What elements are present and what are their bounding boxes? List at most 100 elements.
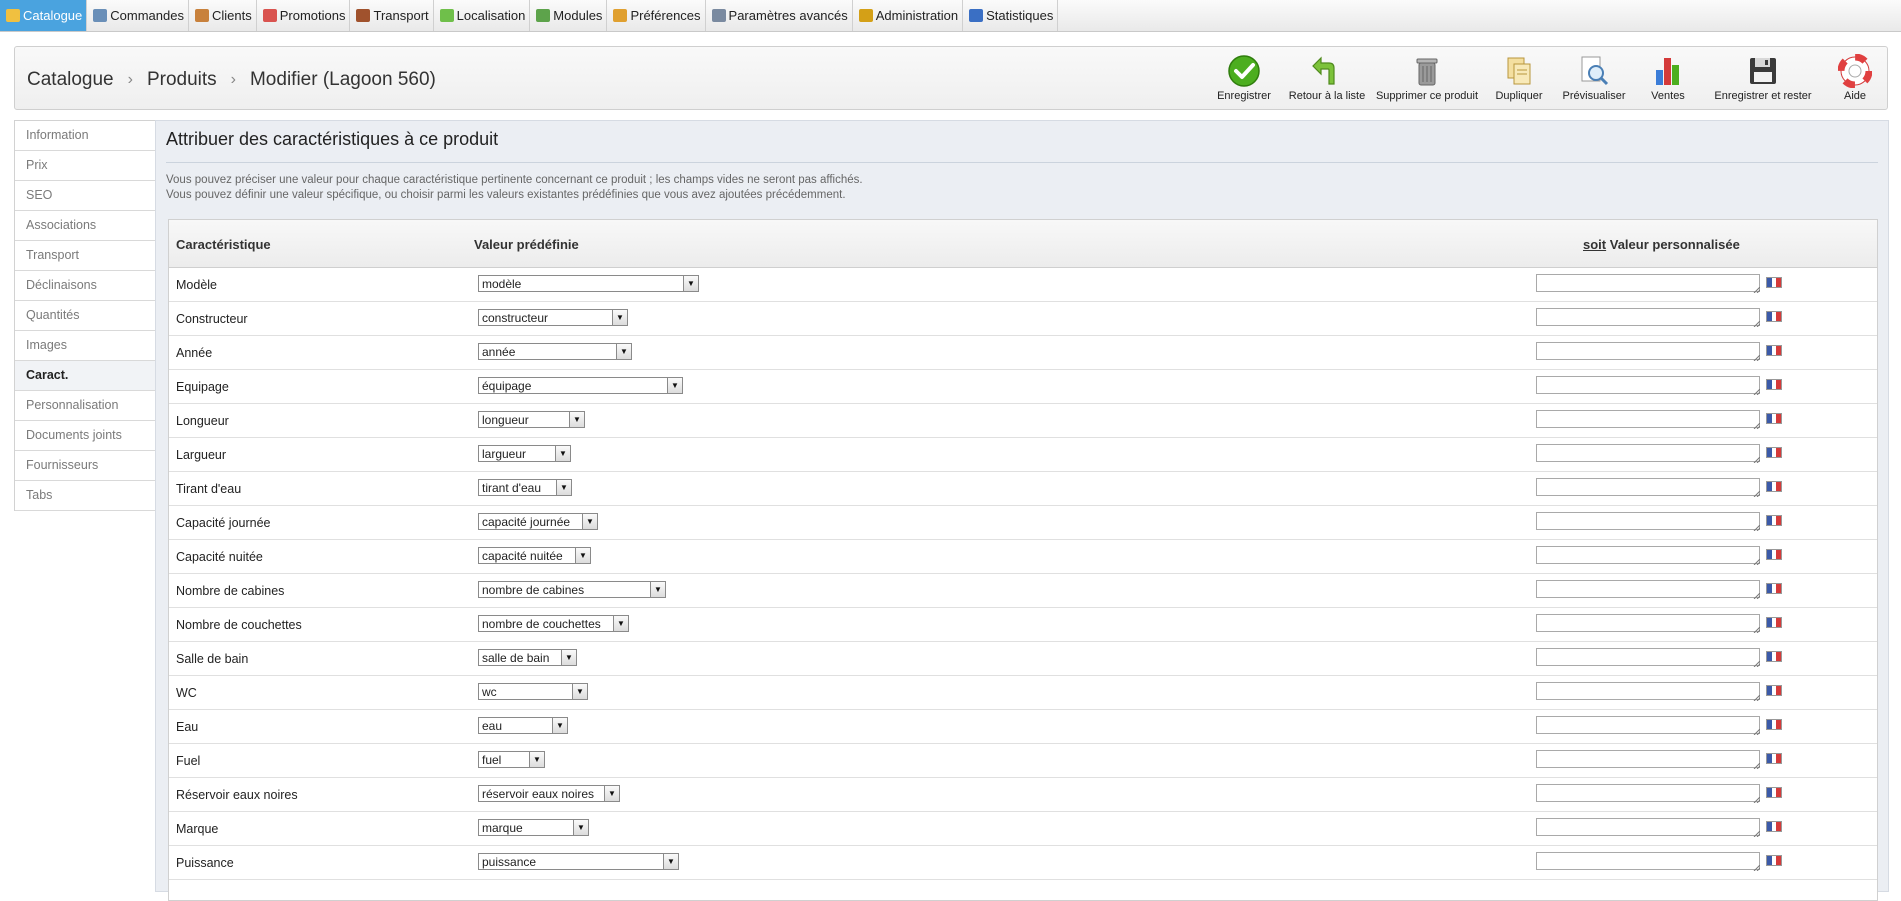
menu-item-9[interactable]: Administration — [853, 0, 964, 31]
custom-value-field[interactable] — [1536, 614, 1760, 632]
dropdown-arrow-icon[interactable]: ▼ — [529, 752, 544, 767]
delete-product-button[interactable]: Supprimer ce produit — [1371, 47, 1483, 109]
tab-4[interactable]: Transport — [15, 241, 156, 271]
language-flag-icon[interactable] — [1766, 651, 1782, 662]
predefined-value-select[interactable]: capacité nuitée ▼ — [478, 547, 591, 564]
save-button[interactable]: Enregistrer — [1205, 47, 1283, 109]
menu-item-0[interactable]: Catalogue — [0, 0, 88, 31]
language-flag-icon[interactable] — [1766, 447, 1782, 458]
predefined-value-select[interactable]: équipage ▼ — [478, 377, 683, 394]
tab-3[interactable]: Associations — [15, 211, 156, 241]
dropdown-arrow-icon[interactable]: ▼ — [582, 514, 597, 529]
predefined-value-select[interactable]: nombre de couchettes ▼ — [478, 615, 629, 632]
help-button[interactable]: Aide — [1823, 47, 1887, 109]
tab-8[interactable]: Caract. — [15, 361, 156, 391]
predefined-value-select[interactable]: salle de bain ▼ — [478, 649, 577, 666]
dropdown-arrow-icon[interactable]: ▼ — [572, 684, 587, 699]
custom-value-field[interactable] — [1536, 512, 1760, 530]
custom-value-field[interactable] — [1536, 818, 1760, 836]
tab-0[interactable]: Information — [15, 121, 156, 151]
custom-value-field[interactable] — [1536, 784, 1760, 802]
dropdown-arrow-icon[interactable]: ▼ — [552, 718, 567, 733]
custom-value-field[interactable] — [1536, 580, 1760, 598]
custom-value-field[interactable] — [1536, 308, 1760, 326]
language-flag-icon[interactable] — [1766, 277, 1782, 288]
predefined-value-select[interactable]: eau ▼ — [478, 717, 568, 734]
tab-10[interactable]: Documents joints — [15, 421, 156, 451]
dropdown-arrow-icon[interactable]: ▼ — [683, 276, 698, 291]
predefined-value-select[interactable]: longueur ▼ — [478, 411, 585, 428]
dropdown-arrow-icon[interactable]: ▼ — [555, 446, 570, 461]
tab-11[interactable]: Fournisseurs — [15, 451, 156, 481]
dropdown-arrow-icon[interactable]: ▼ — [569, 412, 584, 427]
custom-value-field[interactable] — [1536, 852, 1760, 870]
language-flag-icon[interactable] — [1766, 753, 1782, 764]
language-flag-icon[interactable] — [1766, 345, 1782, 356]
menu-item-2[interactable]: Clients — [189, 0, 257, 31]
dropdown-arrow-icon[interactable]: ▼ — [650, 582, 665, 597]
language-flag-icon[interactable] — [1766, 379, 1782, 390]
language-flag-icon[interactable] — [1766, 821, 1782, 832]
language-flag-icon[interactable] — [1766, 413, 1782, 424]
menu-item-5[interactable]: Localisation — [434, 0, 531, 31]
predefined-value-select[interactable]: nombre de cabines ▼ — [478, 581, 666, 598]
predefined-value-select[interactable]: constructeur ▼ — [478, 309, 628, 326]
tab-1[interactable]: Prix — [15, 151, 156, 181]
dropdown-arrow-icon[interactable]: ▼ — [561, 650, 576, 665]
tab-2[interactable]: SEO — [15, 181, 156, 211]
dropdown-arrow-icon[interactable]: ▼ — [556, 480, 571, 495]
language-flag-icon[interactable] — [1766, 719, 1782, 730]
menu-item-3[interactable]: Promotions — [257, 0, 351, 31]
language-flag-icon[interactable] — [1766, 515, 1782, 526]
language-flag-icon[interactable] — [1766, 787, 1782, 798]
language-flag-icon[interactable] — [1766, 617, 1782, 628]
predefined-value-select[interactable]: wc ▼ — [478, 683, 588, 700]
custom-value-field[interactable] — [1536, 274, 1760, 292]
custom-value-field[interactable] — [1536, 410, 1760, 428]
language-flag-icon[interactable] — [1766, 481, 1782, 492]
custom-value-field[interactable] — [1536, 716, 1760, 734]
tab-6[interactable]: Quantités — [15, 301, 156, 331]
language-flag-icon[interactable] — [1766, 583, 1782, 594]
dropdown-arrow-icon[interactable]: ▼ — [573, 820, 588, 835]
language-flag-icon[interactable] — [1766, 311, 1782, 322]
language-flag-icon[interactable] — [1766, 685, 1782, 696]
menu-item-6[interactable]: Modules — [530, 0, 608, 31]
tab-12[interactable]: Tabs — [15, 481, 156, 511]
custom-value-field[interactable] — [1536, 546, 1760, 564]
breadcrumb-produits[interactable]: Produits — [147, 69, 217, 91]
sales-button[interactable]: Ventes — [1633, 47, 1703, 109]
custom-value-field[interactable] — [1536, 342, 1760, 360]
preview-button[interactable]: Prévisualiser — [1555, 47, 1633, 109]
dropdown-arrow-icon[interactable]: ▼ — [616, 344, 631, 359]
duplicate-button[interactable]: Dupliquer — [1483, 47, 1555, 109]
predefined-value-select[interactable]: marque ▼ — [478, 819, 589, 836]
dropdown-arrow-icon[interactable]: ▼ — [613, 616, 628, 631]
predefined-value-select[interactable]: fuel ▼ — [478, 751, 545, 768]
breadcrumb-catalogue[interactable]: Catalogue — [27, 69, 114, 91]
menu-item-1[interactable]: Commandes — [87, 0, 189, 31]
menu-item-8[interactable]: Paramètres avancés — [706, 0, 853, 31]
custom-value-field[interactable] — [1536, 444, 1760, 462]
custom-value-field[interactable] — [1536, 648, 1760, 666]
dropdown-arrow-icon[interactable]: ▼ — [663, 854, 678, 869]
predefined-value-select[interactable]: puissance ▼ — [478, 853, 679, 870]
menu-item-4[interactable]: Transport — [350, 0, 434, 31]
save-and-stay-button[interactable]: Enregistrer et rester — [1703, 47, 1823, 109]
language-flag-icon[interactable] — [1766, 855, 1782, 866]
menu-item-7[interactable]: Préférences — [607, 0, 706, 31]
language-flag-icon[interactable] — [1766, 549, 1782, 560]
menu-item-10[interactable]: Statistiques — [963, 0, 1059, 31]
tab-5[interactable]: Déclinaisons — [15, 271, 156, 301]
predefined-value-select[interactable]: largueur ▼ — [478, 445, 571, 462]
dropdown-arrow-icon[interactable]: ▼ — [612, 310, 627, 325]
custom-value-field[interactable] — [1536, 750, 1760, 768]
predefined-value-select[interactable]: année ▼ — [478, 343, 632, 360]
custom-value-field[interactable] — [1536, 682, 1760, 700]
dropdown-arrow-icon[interactable]: ▼ — [604, 786, 619, 801]
predefined-value-select[interactable]: tirant d'eau ▼ — [478, 479, 572, 496]
back-to-list-button[interactable]: Retour à la liste — [1283, 47, 1371, 109]
tab-9[interactable]: Personnalisation — [15, 391, 156, 421]
predefined-value-select[interactable]: modèle ▼ — [478, 275, 699, 292]
dropdown-arrow-icon[interactable]: ▼ — [667, 378, 682, 393]
